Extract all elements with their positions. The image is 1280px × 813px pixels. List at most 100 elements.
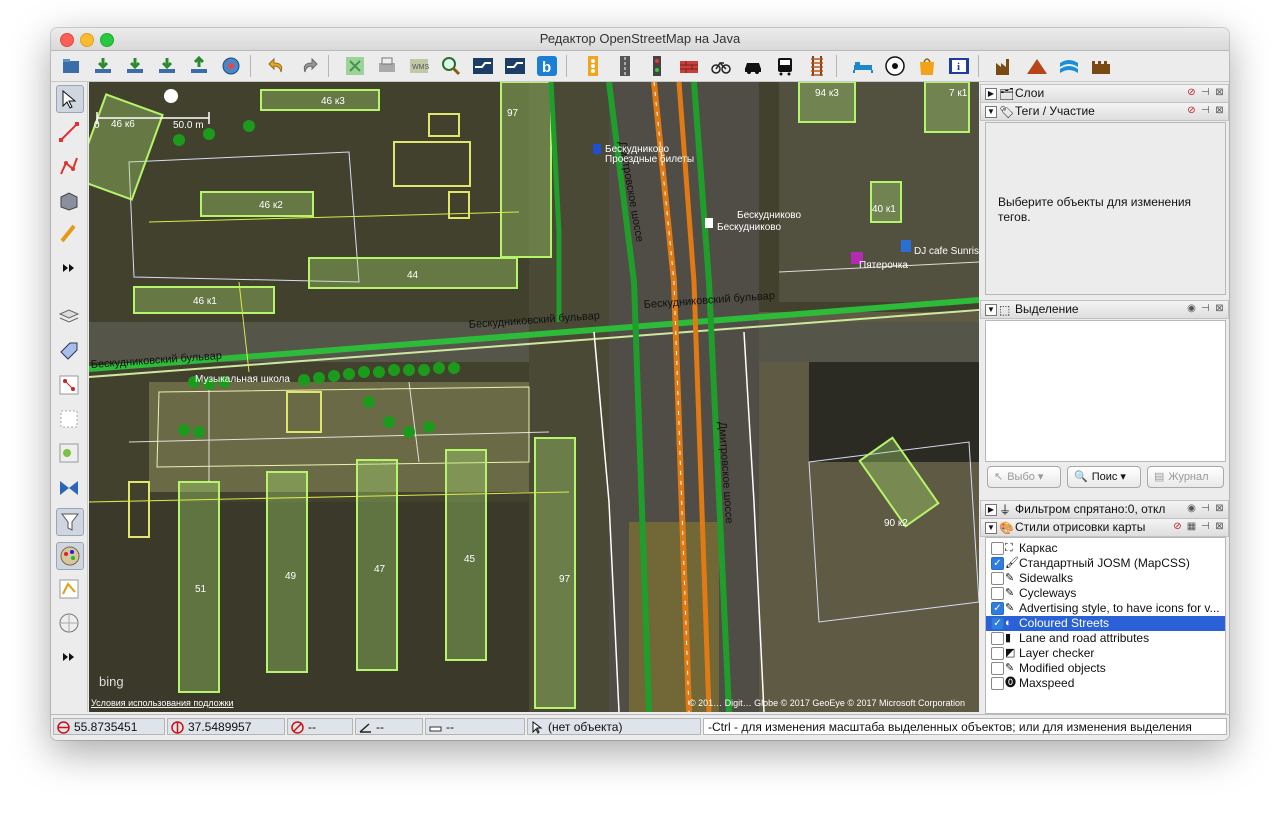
style-item[interactable]: ▮ Lane and road attributes bbox=[986, 631, 1225, 646]
collapse-icon[interactable]: ▼ bbox=[985, 522, 997, 534]
pin-icon[interactable]: ⊣ bbox=[1200, 105, 1211, 116]
close-window-button[interactable] bbox=[60, 33, 74, 47]
style-item[interactable]: ✓ ✎ Advertising style, to have icons for v… bbox=[986, 601, 1225, 616]
layers-icon[interactable] bbox=[56, 304, 82, 330]
soccer-icon[interactable] bbox=[882, 53, 908, 79]
relations-icon[interactable] bbox=[56, 372, 82, 398]
validator-icon[interactable] bbox=[56, 576, 82, 602]
download-area-icon[interactable] bbox=[154, 53, 180, 79]
pin-icon[interactable]: ⊣ bbox=[1200, 503, 1211, 514]
styles-list[interactable]: ⛶ Каркас ✓ 🖌 Стандартный JOSM (MapCSS) ✎ Sid… bbox=[985, 537, 1226, 714]
print-icon[interactable] bbox=[374, 53, 400, 79]
style-item[interactable]: ✎ Sidewalks bbox=[986, 571, 1225, 586]
style-item[interactable]: ✓ ◐ Coloured Streets bbox=[986, 616, 1225, 631]
layers-panel-header[interactable]: ▶ 🗂 Слои ⊘ ⊣ ⊠ bbox=[980, 84, 1229, 103]
pin-icon[interactable]: ⊣ bbox=[1200, 303, 1211, 314]
bus-icon[interactable] bbox=[772, 53, 798, 79]
expand-icon[interactable]: ▶ bbox=[985, 504, 997, 516]
selection-panel-header[interactable]: ▼ ⬚ Выделение ◉ ⊣ ⊠ bbox=[980, 300, 1229, 319]
filter-panel-header[interactable]: ▶ ⏚ Фильтром спрятано:0, откл ◉ ⊣ ⊠ bbox=[980, 500, 1229, 519]
preferences-icon[interactable] bbox=[218, 53, 244, 79]
help-icon[interactable]: ⊘ bbox=[1186, 87, 1197, 98]
help-icon[interactable]: ⊘ bbox=[1186, 105, 1197, 116]
building-icon[interactable] bbox=[56, 187, 82, 213]
imagery-terms-link[interactable]: Условия использования подложки bbox=[91, 698, 234, 708]
collapse-icon[interactable]: ▼ bbox=[985, 106, 997, 118]
search-button[interactable]: 🔍 Поис ▾ bbox=[1067, 466, 1141, 488]
history-button[interactable]: ▤ Журнал bbox=[1147, 466, 1224, 488]
styles-panel-header[interactable]: ▼ 🎨 Стили отрисовки карты ⊘ ▦ ⊣ ⊠ bbox=[980, 518, 1229, 537]
select-icon[interactable] bbox=[56, 85, 84, 113]
collapse-icon[interactable]: ▼ bbox=[985, 304, 997, 316]
commands-icon[interactable] bbox=[56, 440, 82, 466]
maximize-window-button[interactable] bbox=[100, 33, 114, 47]
wms-icon[interactable]: WMS bbox=[406, 53, 432, 79]
eye-icon[interactable]: ◉ bbox=[1186, 303, 1197, 314]
road-icon[interactable] bbox=[470, 53, 496, 79]
wall-icon[interactable] bbox=[676, 53, 702, 79]
more-icon[interactable] bbox=[56, 255, 82, 281]
industry-icon[interactable] bbox=[992, 53, 1018, 79]
style-checkbox[interactable] bbox=[991, 632, 1004, 645]
more-icon[interactable] bbox=[56, 644, 82, 670]
undo-icon[interactable] bbox=[264, 53, 290, 79]
style-item[interactable]: ◩ Layer checker bbox=[986, 646, 1225, 661]
mountain-icon[interactable] bbox=[1024, 53, 1050, 79]
water-icon[interactable] bbox=[1056, 53, 1082, 79]
settings-icon[interactable]: ▦ bbox=[1186, 521, 1197, 532]
style-checkbox[interactable]: ✓ bbox=[991, 602, 1004, 615]
eye-icon[interactable]: ◉ bbox=[1186, 503, 1197, 514]
help-icon[interactable]: ⊘ bbox=[1172, 521, 1183, 532]
style-item[interactable]: ✎ Modified objects bbox=[986, 661, 1225, 676]
style-checkbox[interactable]: ✓ bbox=[991, 557, 1004, 570]
map-style-icon[interactable] bbox=[56, 542, 84, 570]
select-button[interactable]: ↖ Выбо ▾ bbox=[987, 466, 1061, 488]
road-side-icon[interactable] bbox=[612, 53, 638, 79]
close-icon[interactable]: ⊠ bbox=[1214, 503, 1225, 514]
style-checkbox[interactable] bbox=[991, 572, 1004, 585]
signal-icon[interactable] bbox=[644, 53, 670, 79]
traffic-light-icon[interactable] bbox=[580, 53, 606, 79]
castle-icon[interactable] bbox=[1088, 53, 1114, 79]
minimize-window-button[interactable] bbox=[80, 33, 94, 47]
pin-icon[interactable]: ⊣ bbox=[1200, 521, 1211, 532]
close-icon[interactable]: ⊠ bbox=[1214, 521, 1225, 532]
style-item[interactable]: ⛶ Каркас bbox=[986, 541, 1225, 556]
selection-list[interactable] bbox=[985, 320, 1226, 462]
style-checkbox[interactable] bbox=[991, 542, 1004, 555]
close-icon[interactable]: ⊠ bbox=[1214, 105, 1225, 116]
download-icon[interactable] bbox=[90, 53, 116, 79]
shop-icon[interactable] bbox=[914, 53, 940, 79]
style-checkbox[interactable] bbox=[991, 662, 1004, 675]
style-checkbox[interactable] bbox=[991, 587, 1004, 600]
selection-icon[interactable] bbox=[56, 406, 82, 432]
redo-icon[interactable] bbox=[296, 53, 322, 79]
open-icon[interactable] bbox=[58, 53, 84, 79]
style-item[interactable]: ✎ Cycleways bbox=[986, 586, 1225, 601]
expand-icon[interactable]: ▶ bbox=[985, 88, 997, 100]
style-checkbox[interactable]: ✓ bbox=[991, 617, 1004, 630]
bing-icon[interactable]: b bbox=[534, 53, 560, 79]
upload-icon[interactable] bbox=[186, 53, 212, 79]
pin-icon[interactable]: ⊣ bbox=[1200, 87, 1211, 98]
search-zoom-icon[interactable] bbox=[438, 53, 464, 79]
style-item[interactable]: ⓿ Maxspeed bbox=[986, 676, 1225, 691]
bed-icon[interactable] bbox=[850, 53, 876, 79]
tags-panel-header[interactable]: ▼ 🏷 Теги / Участие ⊘ ⊣ ⊠ bbox=[980, 102, 1229, 121]
info-icon[interactable]: i bbox=[946, 53, 972, 79]
car-icon[interactable] bbox=[740, 53, 766, 79]
road-alt-icon[interactable] bbox=[502, 53, 528, 79]
bicycle-icon[interactable] bbox=[708, 53, 734, 79]
wiki-icon[interactable] bbox=[56, 610, 82, 636]
tags-icon[interactable] bbox=[56, 338, 82, 364]
close-icon[interactable]: ⊠ bbox=[1214, 87, 1225, 98]
style-item[interactable]: ✓ 🖌 Стандартный JOSM (MapCSS) bbox=[986, 556, 1225, 571]
zoom-fit-icon[interactable] bbox=[342, 53, 368, 79]
draw-line-icon[interactable] bbox=[56, 119, 82, 145]
style-checkbox[interactable] bbox=[991, 677, 1004, 690]
download-object-icon[interactable] bbox=[122, 53, 148, 79]
close-icon[interactable]: ⊠ bbox=[1214, 303, 1225, 314]
map-view[interactable]: 0 50.0 m 46 к3 46 к6 46 к2 44 46 к1 51 4… bbox=[89, 82, 979, 712]
filter-icon[interactable] bbox=[56, 508, 84, 536]
parallel-icon[interactable] bbox=[56, 221, 82, 247]
